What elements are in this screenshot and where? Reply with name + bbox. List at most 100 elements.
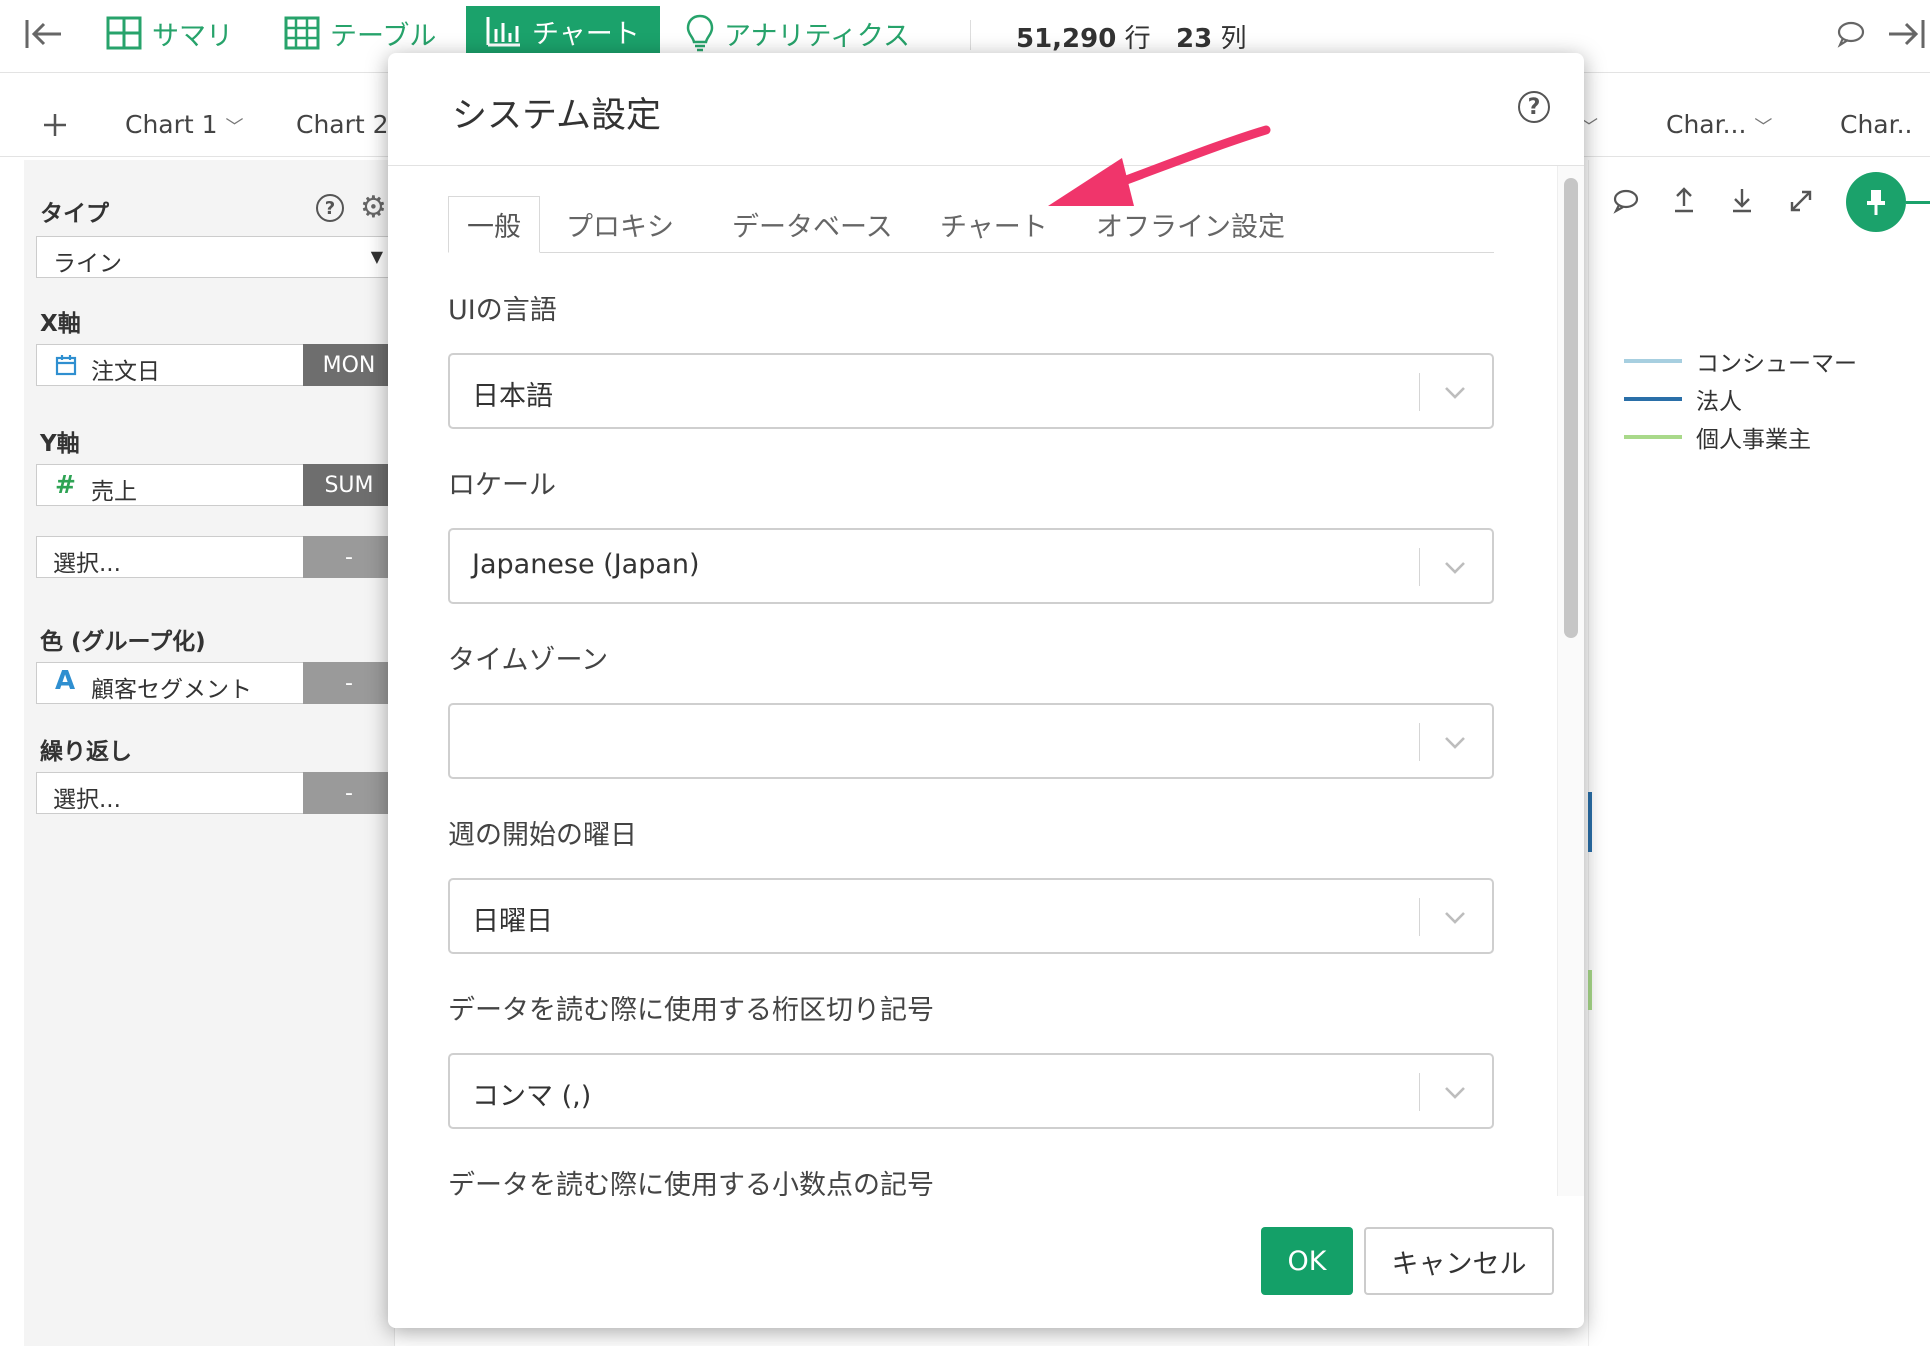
y-axis-aggregation[interactable]: SUM <box>303 464 395 506</box>
tab-database[interactable]: データベース <box>732 196 893 252</box>
x-axis-field[interactable]: 注文日 MON <box>36 344 396 386</box>
upload-icon[interactable] <box>1672 186 1696 214</box>
thousands-separator-select[interactable]: コンマ (,) <box>448 1053 1494 1129</box>
collapse-right-icon[interactable] <box>1886 16 1926 52</box>
chart-line-segment <box>1588 970 1592 1010</box>
nav-summary[interactable]: サマリ <box>106 10 233 56</box>
legend-swatch <box>1624 397 1682 401</box>
chevron-down-icon: ﹀ <box>225 117 244 138</box>
nav-analytics[interactable]: アナリティクス <box>686 10 910 56</box>
y-axis-field[interactable]: # 売上 SUM <box>36 464 396 506</box>
chart-type-select[interactable]: ライン ▼ <box>36 236 396 278</box>
dialog-footer: OK キャンセル <box>388 1196 1584 1328</box>
x-axis-label: X軸 <box>40 311 81 337</box>
dialog-title: システム設定 <box>452 96 661 136</box>
legend-item[interactable]: 個人事業主 <box>1624 420 1811 454</box>
week-start-select[interactable]: 日曜日 <box>448 878 1494 954</box>
nav-chart-label: チャート <box>532 18 640 50</box>
help-icon[interactable]: ? <box>316 194 344 222</box>
select-divider <box>1419 723 1420 761</box>
nav-divider <box>970 20 971 50</box>
grid-icon <box>106 16 142 50</box>
repeat-placeholder: 選択... <box>53 787 121 813</box>
nav-chart[interactable]: チャート <box>466 6 660 56</box>
chart-tab-right-2[interactable]: Char.. <box>1840 110 1913 139</box>
expand-icon[interactable] <box>1788 188 1814 214</box>
system-settings-dialog: システム設定 ? 一般 プロキシ データベース チャート オフライン設定 UIの… <box>388 53 1584 1328</box>
legend-item[interactable]: コンシューマー <box>1624 344 1857 378</box>
legend-label: 個人事業主 <box>1696 427 1811 453</box>
nav-table[interactable]: テーブル <box>284 10 436 56</box>
tab-proxy[interactable]: プロキシ <box>566 196 674 252</box>
chart-area: コンシューマー 法人 個人事業主 <box>1588 160 1930 1346</box>
calendar-icon <box>55 355 77 376</box>
repeat-label: 繰り返し <box>40 739 132 765</box>
comment-icon[interactable] <box>1612 188 1640 214</box>
timezone-select[interactable] <box>448 703 1494 779</box>
type-label: タイプ <box>40 201 109 227</box>
gear-icon[interactable]: ⚙ <box>360 190 387 225</box>
nav-table-label: テーブル <box>330 20 437 52</box>
ui-language-select[interactable]: 日本語 <box>448 353 1494 429</box>
scrollbar-thumb[interactable] <box>1564 178 1578 638</box>
legend-swatch <box>1624 359 1682 363</box>
legend-item[interactable]: 法人 <box>1624 382 1742 416</box>
week-start-value: 日曜日 <box>472 906 553 937</box>
cancel-button[interactable]: キャンセル <box>1364 1227 1554 1295</box>
locale-value: Japanese (Japan) <box>472 549 700 580</box>
chevron-down-icon <box>1445 912 1465 924</box>
bar-chart-icon <box>486 17 520 47</box>
chart-tab-1[interactable]: Chart 1 ﹀ <box>125 110 244 139</box>
dialog-body: 一般 プロキシ データベース チャート オフライン設定 UIの言語 ロケール タ… <box>388 166 1584 1196</box>
y-axis-field-name: 売上 <box>91 479 137 505</box>
x-axis-aggregation[interactable]: MON <box>303 344 395 386</box>
thousands-separator-value: コンマ (,) <box>472 1081 592 1112</box>
y-axis-add-field[interactable]: 選択... - <box>36 536 396 578</box>
chevron-down-icon <box>1445 1087 1465 1099</box>
nav-summary-label: サマリ <box>152 20 233 52</box>
thousands-separator-label: データを読む際に使用する桁区切り記号 <box>448 995 934 1026</box>
help-icon[interactable]: ? <box>1518 91 1550 123</box>
chart-tab-2[interactable]: Chart 2 <box>296 110 389 139</box>
legend-label: 法人 <box>1696 389 1742 415</box>
y-axis-label: Y軸 <box>40 431 80 457</box>
repeat-aggregation[interactable]: - <box>303 772 395 814</box>
add-chart-icon[interactable] <box>42 112 68 138</box>
select-divider <box>1419 1073 1420 1111</box>
y-axis-add-placeholder: 選択... <box>53 551 121 577</box>
pin-button[interactable] <box>1846 172 1906 232</box>
decimal-separator-label: データを読む際に使用する小数点の記号 <box>448 1170 934 1196</box>
caret-down-icon: ▼ <box>370 247 383 266</box>
color-group-label: 色 (グループ化) <box>40 629 206 655</box>
column-count-unit: 列 <box>1220 24 1247 54</box>
color-group-aggregation[interactable]: - <box>303 662 395 704</box>
chevron-down-icon <box>1445 562 1465 574</box>
repeat-field[interactable]: 選択... - <box>36 772 396 814</box>
tab-general[interactable]: 一般 <box>448 196 540 253</box>
ok-button[interactable]: OK <box>1261 1227 1353 1295</box>
timezone-label: タイムゾーン <box>448 645 609 676</box>
legend-swatch <box>1624 435 1682 439</box>
chart-tab-right-2-label: Char.. <box>1840 110 1913 139</box>
chevron-down-icon: ﹀ <box>1754 117 1773 138</box>
column-count-value: 23 <box>1176 24 1213 54</box>
settings-tabs: 一般 プロキシ データベース チャート オフライン設定 <box>448 196 1494 253</box>
chart-tab-2-label: Chart 2 <box>296 110 389 139</box>
download-icon[interactable] <box>1730 186 1754 214</box>
scrollbar-track[interactable] <box>1557 166 1584 1196</box>
collapse-left-icon[interactable] <box>24 16 64 52</box>
chart-line-segment <box>1588 792 1592 852</box>
locale-select[interactable]: Japanese (Japan) <box>448 528 1494 604</box>
color-group-field[interactable]: A 顧客セグメント - <box>36 662 396 704</box>
locale-label: ロケール <box>448 470 556 501</box>
chart-tab-right-1[interactable]: Char... ﹀ <box>1666 110 1772 139</box>
ui-language-value: 日本語 <box>472 381 553 412</box>
row-count: 51,290 行 <box>1016 18 1151 55</box>
pin-connector <box>1906 201 1930 204</box>
y-axis-add-aggregation[interactable]: - <box>303 536 395 578</box>
chevron-down-icon <box>1445 737 1465 749</box>
comment-icon[interactable] <box>1836 20 1866 48</box>
ui-language-label: UIの言語 <box>448 295 557 326</box>
nav-analytics-label: アナリティクス <box>724 20 911 52</box>
select-divider <box>1419 373 1420 411</box>
